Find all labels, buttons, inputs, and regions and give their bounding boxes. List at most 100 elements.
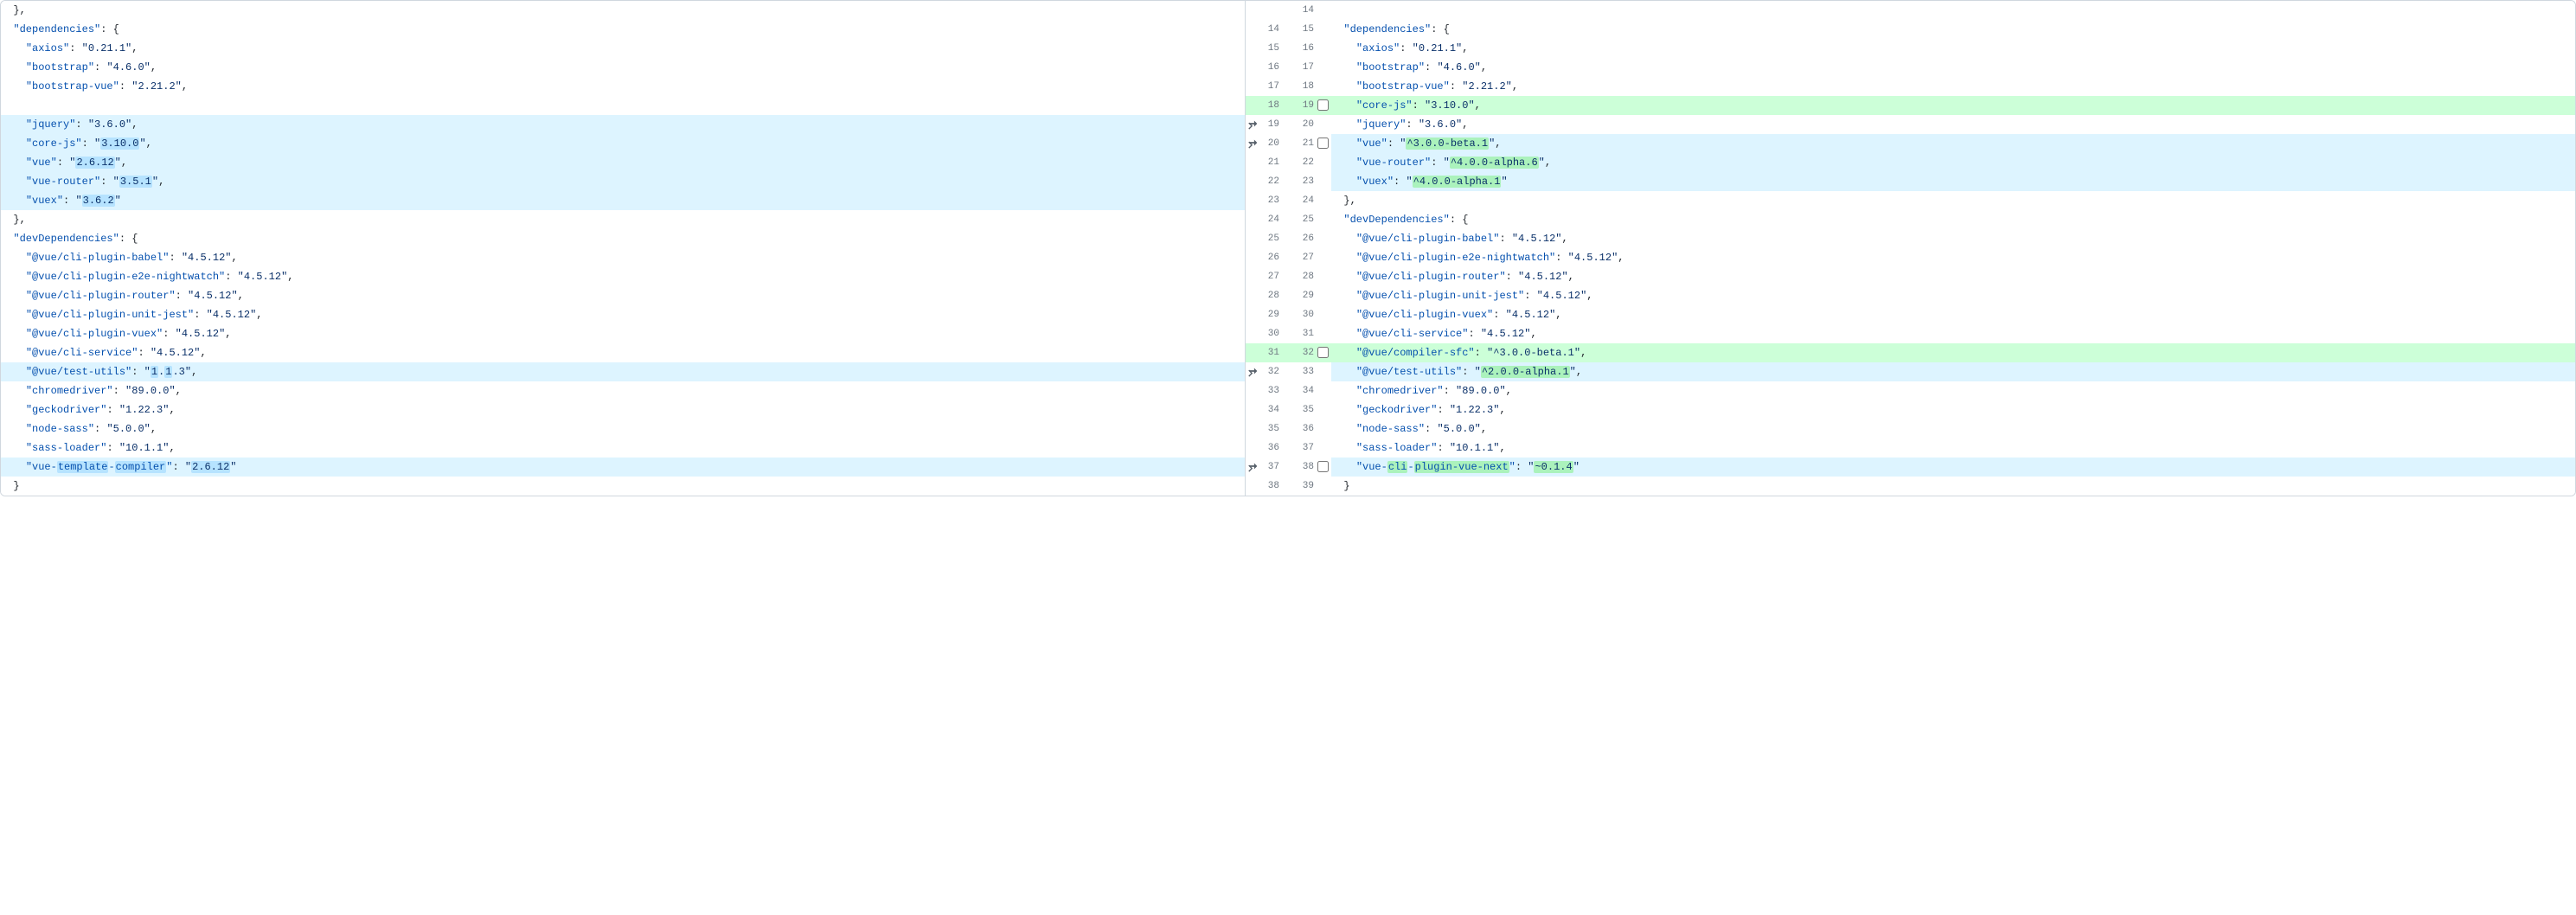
line-number-left[interactable]: 29 — [1245, 305, 1279, 324]
line-number-right[interactable]: 23 — [1279, 172, 1314, 191]
line-number-left[interactable]: 17 — [1245, 77, 1279, 96]
line-number-right[interactable]: 30 — [1279, 305, 1314, 324]
diff-line-checkbox[interactable] — [1317, 138, 1329, 149]
line-number-left[interactable]: 15 — [1245, 39, 1279, 58]
line-number-left[interactable]: 19 — [1245, 115, 1279, 134]
diff-left-code[interactable]: "@vue/test-utils": "1.1.3", — [1, 362, 1245, 381]
line-number-right[interactable]: 35 — [1279, 400, 1314, 419]
diff-right-code[interactable]: "bootstrap-vue": "2.21.2", — [1331, 77, 2575, 96]
line-number-right[interactable]: 31 — [1279, 324, 1314, 343]
line-number-right[interactable]: 36 — [1279, 419, 1314, 438]
line-number-right[interactable]: 19 — [1279, 96, 1314, 115]
diff-checkbox-cell[interactable] — [1314, 343, 1331, 362]
diff-line-checkbox[interactable] — [1317, 99, 1329, 111]
diff-right-code[interactable]: "geckodriver": "1.22.3", — [1331, 400, 2575, 419]
diff-right-code[interactable]: "devDependencies": { — [1331, 210, 2575, 229]
diff-right-code[interactable]: "@vue/compiler-sfc": "^3.0.0-beta.1", — [1331, 343, 2575, 362]
line-number-left[interactable]: 16 — [1245, 58, 1279, 77]
diff-left-code[interactable]: "@vue/cli-plugin-router": "4.5.12", — [1, 286, 1245, 305]
diff-right-code[interactable]: "@vue/cli-service": "4.5.12", — [1331, 324, 2575, 343]
diff-right-code[interactable]: "vuex": "^4.0.0-alpha.1" — [1331, 172, 2575, 191]
diff-left-code[interactable]: "node-sass": "5.0.0", — [1, 419, 1245, 438]
line-number-left[interactable]: 37 — [1245, 458, 1279, 477]
line-number-right[interactable]: 37 — [1279, 438, 1314, 458]
diff-left-code[interactable]: "vue": "2.6.12", — [1, 153, 1245, 172]
diff-left-code[interactable]: "@vue/cli-plugin-vuex": "4.5.12", — [1, 324, 1245, 343]
diff-right-code[interactable]: "bootstrap": "4.6.0", — [1331, 58, 2575, 77]
diff-right-code[interactable]: "sass-loader": "10.1.1", — [1331, 438, 2575, 458]
diff-line-checkbox[interactable] — [1317, 461, 1329, 472]
diff-right-code[interactable]: }, — [1331, 191, 2575, 210]
diff-right-code[interactable] — [1331, 1, 2575, 20]
diff-left-code[interactable]: "vuex": "3.6.2" — [1, 191, 1245, 210]
diff-right-code[interactable]: "core-js": "3.10.0", — [1331, 96, 2575, 115]
diff-right-code[interactable]: "@vue/cli-plugin-router": "4.5.12", — [1331, 267, 2575, 286]
line-number-right[interactable]: 15 — [1279, 20, 1314, 39]
diff-left-code[interactable] — [1, 96, 1245, 115]
line-number-right[interactable]: 29 — [1279, 286, 1314, 305]
line-number-left[interactable]: 33 — [1245, 381, 1279, 400]
line-number-left[interactable]: 20 — [1245, 134, 1279, 153]
diff-checkbox-cell[interactable] — [1314, 134, 1331, 153]
line-number-left[interactable]: 23 — [1245, 191, 1279, 210]
line-number-left[interactable]: 27 — [1245, 267, 1279, 286]
diff-left-code[interactable]: "core-js": "3.10.0", — [1, 134, 1245, 153]
diff-left-code[interactable]: "@vue/cli-plugin-unit-jest": "4.5.12", — [1, 305, 1245, 324]
line-number-left[interactable]: 36 — [1245, 438, 1279, 458]
line-number-left[interactable]: 35 — [1245, 419, 1279, 438]
diff-left-code[interactable]: "axios": "0.21.1", — [1, 39, 1245, 58]
diff-right-code[interactable]: "@vue/cli-plugin-unit-jest": "4.5.12", — [1331, 286, 2575, 305]
line-number-right[interactable]: 26 — [1279, 229, 1314, 248]
line-number-right[interactable]: 25 — [1279, 210, 1314, 229]
diff-right-code[interactable]: "vue-cli-plugin-vue-next": "~0.1.4" — [1331, 458, 2575, 477]
diff-right-code[interactable]: } — [1331, 477, 2575, 496]
diff-right-code[interactable]: "vue": "^3.0.0-beta.1", — [1331, 134, 2575, 153]
diff-right-code[interactable]: "vue-router": "^4.0.0-alpha.6", — [1331, 153, 2575, 172]
line-number-left[interactable]: 32 — [1245, 362, 1279, 381]
line-number-left[interactable]: 28 — [1245, 286, 1279, 305]
diff-right-code[interactable]: "@vue/cli-plugin-babel": "4.5.12", — [1331, 229, 2575, 248]
diff-right-code[interactable]: "dependencies": { — [1331, 20, 2575, 39]
line-number-right[interactable]: 18 — [1279, 77, 1314, 96]
diff-left-code[interactable]: "geckodriver": "1.22.3", — [1, 400, 1245, 419]
line-number-right[interactable]: 39 — [1279, 477, 1314, 496]
line-number-right[interactable]: 22 — [1279, 153, 1314, 172]
line-number-left[interactable]: 26 — [1245, 248, 1279, 267]
diff-left-code[interactable]: "bootstrap": "4.6.0", — [1, 58, 1245, 77]
line-number-right[interactable]: 17 — [1279, 58, 1314, 77]
line-number-left[interactable]: 30 — [1245, 324, 1279, 343]
line-number-left[interactable] — [1245, 1, 1279, 20]
diff-right-code[interactable]: "axios": "0.21.1", — [1331, 39, 2575, 58]
diff-left-code[interactable]: } — [1, 477, 1245, 496]
diff-left-code[interactable]: "devDependencies": { — [1, 229, 1245, 248]
diff-left-code[interactable]: "vue-router": "3.5.1", — [1, 172, 1245, 191]
line-number-right[interactable]: 33 — [1279, 362, 1314, 381]
line-number-right[interactable]: 16 — [1279, 39, 1314, 58]
diff-left-code[interactable]: }, — [1, 210, 1245, 229]
diff-right-code[interactable]: "chromedriver": "89.0.0", — [1331, 381, 2575, 400]
line-number-left[interactable]: 34 — [1245, 400, 1279, 419]
line-number-left[interactable]: 18 — [1245, 96, 1279, 115]
diff-right-code[interactable]: "node-sass": "5.0.0", — [1331, 419, 2575, 438]
line-number-right[interactable]: 28 — [1279, 267, 1314, 286]
diff-left-code[interactable]: "bootstrap-vue": "2.21.2", — [1, 77, 1245, 96]
diff-checkbox-cell[interactable] — [1314, 458, 1331, 477]
line-number-right[interactable]: 14 — [1279, 1, 1314, 20]
diff-checkbox-cell[interactable] — [1314, 96, 1331, 115]
line-number-right[interactable]: 38 — [1279, 458, 1314, 477]
diff-left-code[interactable]: "dependencies": { — [1, 20, 1245, 39]
line-number-left[interactable]: 25 — [1245, 229, 1279, 248]
line-number-right[interactable]: 34 — [1279, 381, 1314, 400]
diff-left-code[interactable]: "@vue/cli-plugin-babel": "4.5.12", — [1, 248, 1245, 267]
line-number-left[interactable]: 24 — [1245, 210, 1279, 229]
line-number-right[interactable]: 27 — [1279, 248, 1314, 267]
line-number-left[interactable]: 22 — [1245, 172, 1279, 191]
diff-left-code[interactable]: "jquery": "3.6.0", — [1, 115, 1245, 134]
line-number-left[interactable]: 21 — [1245, 153, 1279, 172]
diff-line-checkbox[interactable] — [1317, 347, 1329, 358]
diff-right-code[interactable]: "@vue/test-utils": "^2.0.0-alpha.1", — [1331, 362, 2575, 381]
line-number-left[interactable]: 38 — [1245, 477, 1279, 496]
diff-left-code[interactable]: "sass-loader": "10.1.1", — [1, 438, 1245, 458]
diff-right-code[interactable]: "jquery": "3.6.0", — [1331, 115, 2575, 134]
line-number-right[interactable]: 20 — [1279, 115, 1314, 134]
